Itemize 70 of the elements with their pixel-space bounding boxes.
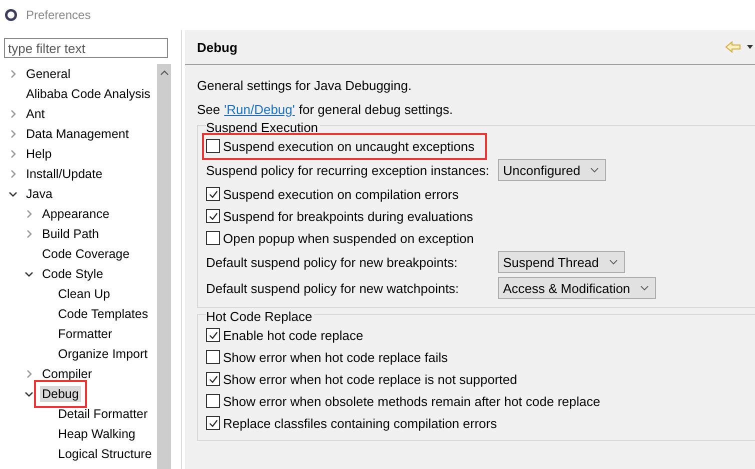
tree-item[interactable]: Organize Import <box>56 346 150 362</box>
dropdown[interactable]: Suspend Thread <box>498 251 625 273</box>
checkbox[interactable] <box>206 416 220 430</box>
chevron-right-icon[interactable] <box>24 229 34 239</box>
page-title: Debug <box>197 40 238 54</box>
chevron-right-icon[interactable] <box>24 209 34 219</box>
chevron-right-icon[interactable] <box>8 169 18 179</box>
tree-item[interactable]: Code Style <box>40 266 106 282</box>
scroll-up-icon[interactable] <box>160 70 169 76</box>
checkbox[interactable] <box>206 394 220 408</box>
caret-icon[interactable] <box>747 45 753 49</box>
combo-label: Suspend policy for recurring exception instances: <box>206 162 490 178</box>
scrollbar[interactable] <box>157 64 171 469</box>
window-title: Preferences <box>26 8 91 22</box>
checkbox-label: Suspend for breakpoints during evaluations <box>223 208 474 224</box>
checkbox[interactable] <box>206 231 220 245</box>
tree-item[interactable]: Data Management <box>24 126 131 142</box>
tree-item[interactable]: Compiler <box>40 366 94 382</box>
group-title: Hot Code Replace <box>206 309 314 324</box>
checkbox-label: Show error when hot code replace fails <box>223 350 448 364</box>
tree-item[interactable]: Clean Up <box>56 286 112 302</box>
tree-item[interactable]: Java <box>24 186 54 202</box>
tree-item[interactable]: Debug <box>40 386 81 402</box>
dropdown[interactable]: Access & Modification <box>498 277 656 299</box>
tree-item[interactable]: General <box>24 66 72 82</box>
chevron-right-icon[interactable] <box>8 149 18 159</box>
run-debug-link[interactable]: 'Run/Debug' <box>224 102 295 116</box>
chevron-down-icon[interactable] <box>8 189 18 199</box>
combo-label: Default suspend policy for new breakpoints: <box>206 254 458 270</box>
checkbox-label: Suspend execution on uncaught exceptions <box>223 138 475 154</box>
tree-item[interactable]: Logical Structure <box>56 446 154 462</box>
checkbox[interactable] <box>206 372 220 386</box>
see-text: See <box>197 102 220 116</box>
tree-item[interactable]: Appearance <box>40 206 112 222</box>
tree-item[interactable]: Heap Walking <box>56 426 138 442</box>
tree-item[interactable]: Code Templates <box>56 306 150 322</box>
tree-item[interactable]: Install/Update <box>24 166 104 182</box>
checkbox-label: Show error when hot code replace is not supported <box>223 372 518 386</box>
chevron-down-icon[interactable] <box>640 285 650 291</box>
description-text: General settings for Java Debugging. <box>197 76 413 95</box>
see-text: for general debug settings. <box>298 102 453 116</box>
filter-field[interactable]: type filter text <box>4 38 168 58</box>
tree-item[interactable]: Alibaba Code Analysis <box>24 86 152 102</box>
checkbox[interactable] <box>206 209 220 223</box>
chevron-down-icon[interactable] <box>24 389 34 399</box>
checkbox[interactable] <box>206 139 220 153</box>
tree-item[interactable]: Ant <box>24 106 47 122</box>
combo-label: Default suspend policy for new watchpoints: <box>206 280 460 296</box>
chevron-right-icon[interactable] <box>8 69 18 79</box>
checkbox-label: Open popup when suspended on exception <box>223 230 474 246</box>
checkbox[interactable] <box>206 328 220 342</box>
checkbox[interactable] <box>206 350 220 364</box>
chevron-right-icon[interactable] <box>24 369 34 379</box>
app-icon <box>4 8 18 22</box>
tree-item[interactable]: Code Coverage <box>40 246 132 262</box>
chevron-down-icon[interactable] <box>24 269 34 279</box>
checkbox-label: Show error when obsolete methods remain after hot code replace <box>223 394 600 408</box>
tree-item[interactable]: Detail Formatter <box>56 406 150 422</box>
tree-item[interactable]: Help <box>24 146 54 162</box>
dropdown[interactable]: Unconfigured <box>498 159 606 181</box>
checkbox-label: Enable hot code replace <box>223 328 364 342</box>
chevron-right-icon[interactable] <box>8 129 18 139</box>
checkbox-label: Replace classfiles containing compilation errors <box>223 416 497 430</box>
chevron-down-icon[interactable] <box>590 167 600 173</box>
tree-item[interactable]: Build Path <box>40 226 101 242</box>
chevron-right-icon[interactable] <box>8 109 18 119</box>
checkbox-label: Suspend execution on compilation errors <box>223 186 459 202</box>
tree-item[interactable]: Formatter <box>56 326 114 342</box>
checkbox[interactable] <box>206 187 220 201</box>
chevron-down-icon[interactable] <box>608 259 618 265</box>
